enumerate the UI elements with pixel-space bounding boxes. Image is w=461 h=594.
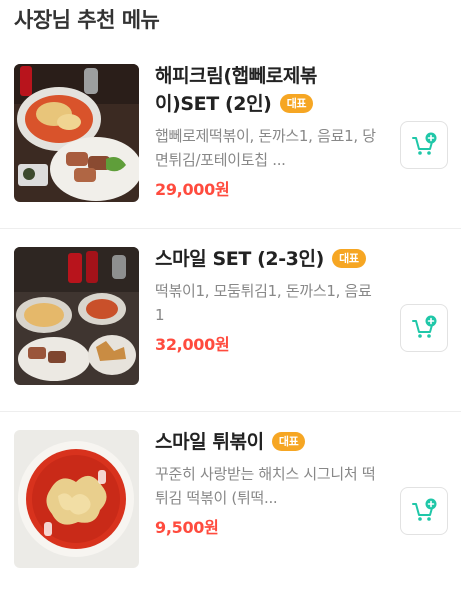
menu-item[interactable]: 해피크림(햅뻬로제볶이)SET (2인) 대표 햅뻬로제떡볶이, 돈까스1, 음…: [0, 46, 461, 229]
menu-item-info: 스마일 튀볶이 대표 꾸준히 사랑받는 해치스 시그니처 떡튀김 떡볶이 (튀떡…: [155, 428, 377, 538]
menu-item[interactable]: 스마일 SET (2-3인) 대표 떡볶이1, 모둠튀김1, 돈까스1, 음료1…: [0, 229, 461, 412]
menu-item-price: 9,500원: [155, 518, 219, 537]
add-to-cart-button[interactable]: [400, 304, 448, 352]
add-to-cart-icon: [412, 315, 437, 338]
signature-badge: 대표: [279, 94, 314, 113]
add-to-cart-button[interactable]: [400, 121, 448, 169]
menu-item[interactable]: 스마일 튀볶이 대표 꾸준히 사랑받는 해치스 시그니처 떡튀김 떡볶이 (튀떡…: [0, 412, 461, 594]
menu-item-info: 해피크림(햅뻬로제볶이)SET (2인) 대표 햅뻬로제떡볶이, 돈까스1, 음…: [155, 62, 377, 200]
menu-item-image[interactable]: [14, 247, 139, 385]
menu-item-image[interactable]: [14, 430, 139, 568]
add-to-cart-icon: [412, 132, 437, 155]
menu-item-price: 29,000원: [155, 180, 230, 199]
add-to-cart-icon: [412, 498, 437, 521]
menu-item-image[interactable]: [14, 64, 139, 202]
menu-item-description: 햅뻬로제떡볶이, 돈까스1, 음료1, 당면튀김/포테이토칩 ...: [155, 127, 376, 169]
section-title: 사장님 추천 메뉴: [14, 8, 160, 32]
menu-list: 해피크림(햅뻬로제볶이)SET (2인) 대표 햅뻬로제떡볶이, 돈까스1, 음…: [0, 46, 461, 594]
menu-item-price: 32,000원: [155, 335, 230, 354]
signature-badge: 대표: [271, 432, 306, 451]
menu-item-name: 스마일 튀볶이: [155, 431, 264, 453]
menu-item-description: 떡볶이1, 모둠튀김1, 돈까스1, 음료1: [155, 282, 372, 324]
signature-badge: 대표: [332, 249, 366, 268]
menu-item-description: 꾸준히 사랑받는 해치스 시그니처 떡튀김 떡볶이 (튀떡...: [155, 465, 376, 507]
add-to-cart-button[interactable]: [400, 487, 448, 535]
menu-item-name: 스마일 SET (2-3인): [155, 248, 324, 270]
menu-item-info: 스마일 SET (2-3인) 대표 떡볶이1, 모둠튀김1, 돈까스1, 음료1…: [155, 245, 377, 355]
